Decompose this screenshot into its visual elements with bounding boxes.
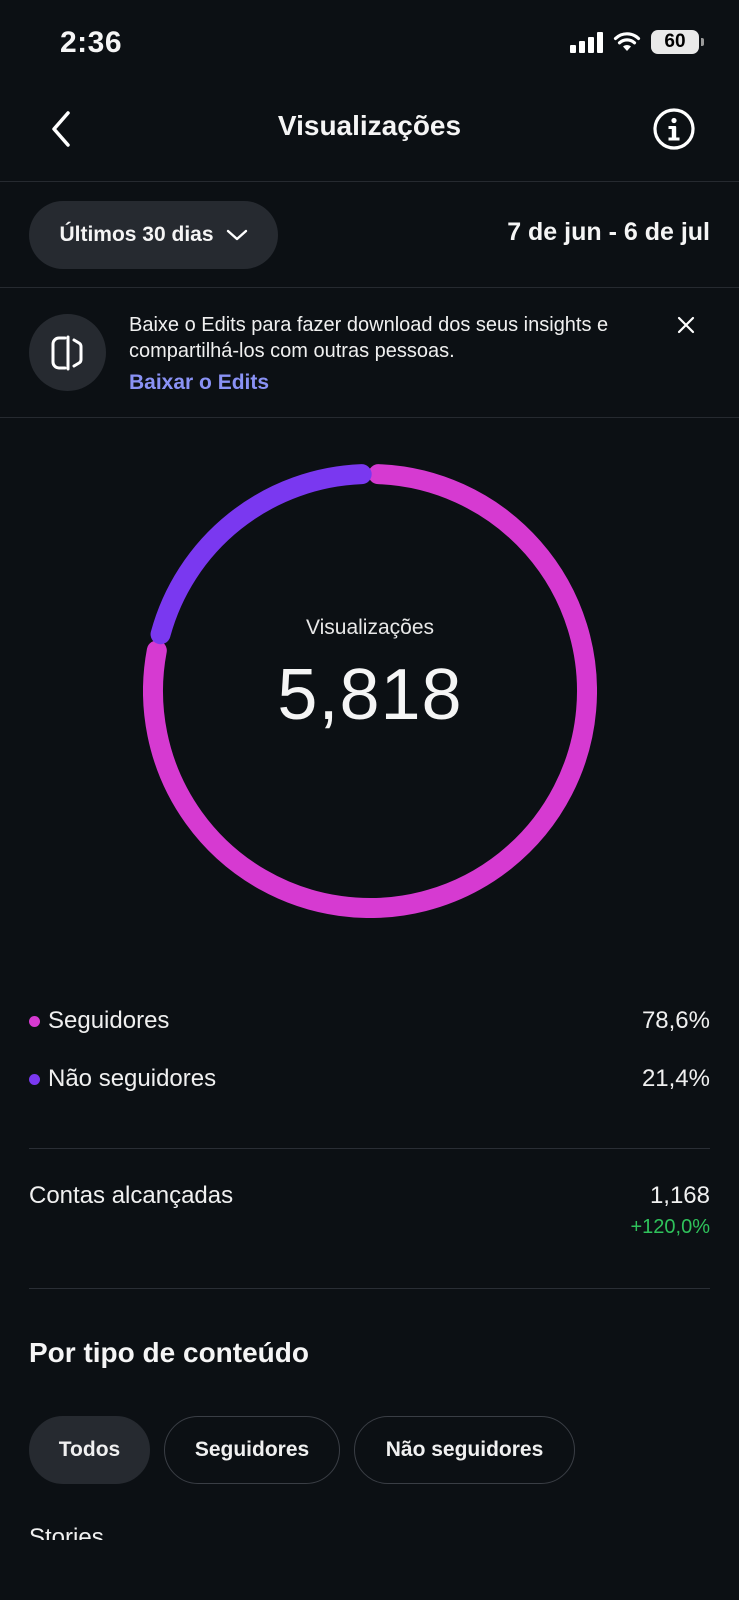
date-filter-row: Últimos 30 dias 7 de jun - 6 de jul (0, 182, 739, 288)
divider (29, 1148, 710, 1149)
close-icon (677, 316, 695, 334)
chevron-down-icon (226, 229, 247, 241)
accounts-reached-change: +120,0% (630, 1216, 710, 1238)
followers-dot (29, 1015, 40, 1027)
wifi-icon (613, 32, 641, 51)
edits-banner: Baixe o Edits para fazer download dos se… (0, 288, 739, 418)
download-edits-link[interactable]: Baixar o Edits (129, 371, 269, 395)
tab-all[interactable]: Todos (29, 1416, 150, 1484)
info-button[interactable] (649, 104, 699, 154)
date-range-dropdown[interactable]: Últimos 30 dias (29, 201, 278, 269)
accounts-reached-label: Contas alcançadas (29, 1182, 234, 1209)
top-nav: Visualizações (0, 90, 739, 182)
legend-row-non-followers: Não seguidores 21,4% (29, 1059, 710, 1099)
legend-value-followers: 78,6% (641, 1007, 710, 1034)
info-icon (653, 108, 695, 150)
total-views-value: 5,818 (277, 655, 463, 735)
page-title: Visualizações (277, 110, 462, 141)
content-type-tabs: Todos Seguidores Não seguidores (29, 1416, 575, 1484)
status-bar: 2:36 60 (0, 0, 739, 90)
status-time: 2:36 (60, 26, 123, 59)
cellular-signal-icon (570, 31, 603, 53)
battery-level: 60 (664, 31, 686, 52)
content-type-title: Por tipo de conteúdo (29, 1337, 309, 1368)
banner-close-button[interactable] (669, 308, 703, 342)
battery-icon: 60 (651, 30, 704, 54)
edits-logo-icon (29, 314, 106, 391)
banner-message: Baixe o Edits para fazer download dos se… (129, 314, 609, 362)
legend-label-followers: Seguidores (48, 1007, 170, 1034)
legend-row-followers: Seguidores 78,6% (29, 1001, 710, 1041)
divider (29, 1288, 710, 1289)
date-range-selected: Últimos 30 dias (59, 223, 214, 246)
insights-views-screen: 2:36 60 Visualizações Últimos 30 dias 7 … (0, 0, 739, 1600)
tab-followers[interactable]: Seguidores (164, 1416, 340, 1484)
status-indicators: 60 (570, 30, 704, 54)
tab-non-followers[interactable]: Não seguidores (354, 1416, 575, 1484)
non-followers-dot (29, 1073, 40, 1085)
non-followers-arc (150, 464, 372, 645)
accounts-reached-value: 1,168 (649, 1182, 710, 1209)
legend-label-non-followers: Não seguidores (48, 1065, 217, 1092)
scroll-fade (0, 1540, 739, 1600)
date-range-label: 7 de jun - 6 de jul (507, 218, 710, 246)
views-donut-chart: Visualizações 5,818 (143, 464, 597, 918)
donut-label: Visualizações (305, 616, 435, 639)
legend-value-non-followers: 21,4% (641, 1065, 710, 1092)
